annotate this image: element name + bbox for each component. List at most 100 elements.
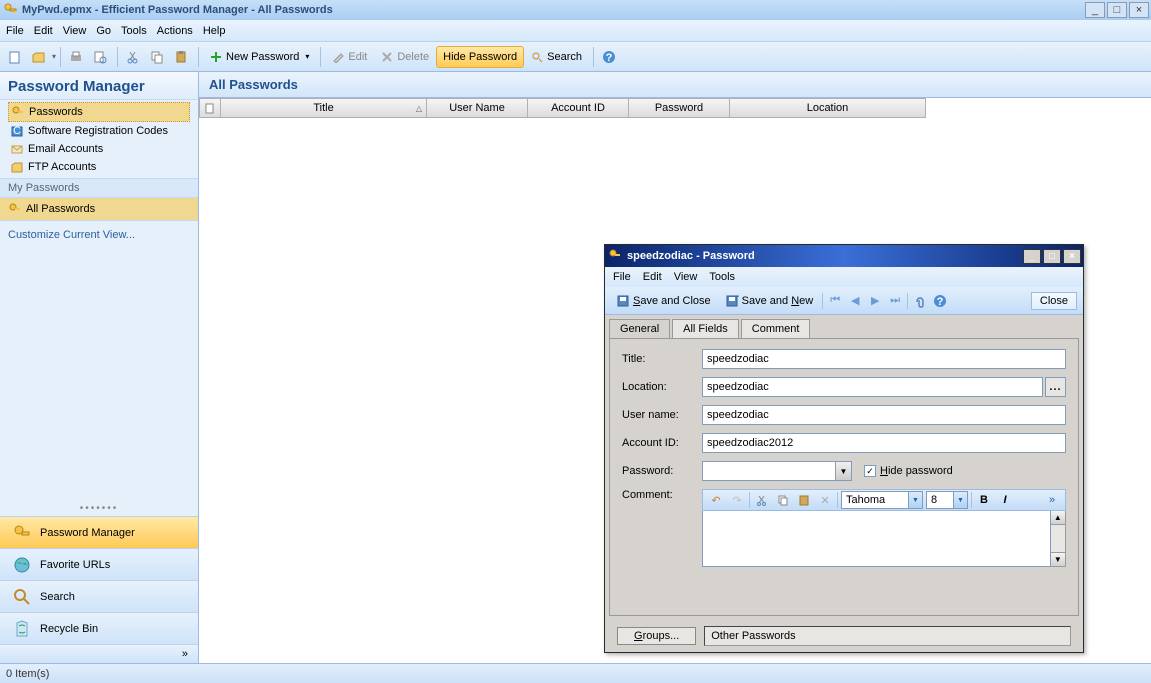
all-passwords-row[interactable]: All Passwords — [0, 198, 198, 220]
col-title[interactable]: Title△ — [221, 98, 427, 118]
groups-button[interactable]: Groups... — [617, 627, 696, 645]
col-username[interactable]: User Name — [427, 98, 528, 118]
delete-rt-button[interactable]: ✕ — [816, 491, 834, 509]
tree-item-software[interactable]: C Software Registration Codes — [8, 122, 190, 140]
dialog-close-toolbar-button[interactable]: Close — [1031, 292, 1077, 310]
menu-actions[interactable]: Actions — [157, 25, 193, 37]
edit-button[interactable]: Edit — [325, 46, 374, 68]
tree-item-email[interactable]: Email Accounts — [8, 140, 190, 158]
recycle-icon — [12, 619, 32, 639]
print-button[interactable] — [65, 46, 87, 68]
font-name-combo[interactable]: Tahoma ▼ — [841, 491, 923, 509]
password-dropdown-button[interactable]: ▼ — [835, 462, 851, 480]
help-button[interactable]: ? — [598, 46, 620, 68]
menu-help[interactable]: Help — [203, 25, 226, 37]
nav-search[interactable]: Search — [0, 580, 198, 612]
nav-label-pm: Password Manager — [40, 527, 135, 539]
dlg-menu-view[interactable]: View — [674, 271, 698, 283]
hide-password-button[interactable]: Hide Password — [436, 46, 524, 68]
first-record-button[interactable]: ⏮ — [827, 293, 843, 309]
cut-button[interactable] — [122, 46, 144, 68]
dialog-minimize-button[interactable]: _ — [1023, 249, 1041, 264]
account-input[interactable] — [702, 433, 1066, 453]
prev-record-button[interactable]: ◀ — [847, 293, 863, 309]
minimize-button[interactable]: _ — [1085, 2, 1105, 18]
print-preview-button[interactable] — [89, 46, 111, 68]
password-combobox[interactable]: ▼ — [702, 461, 852, 481]
copy-button[interactable] — [146, 46, 168, 68]
tree-item-passwords[interactable]: Passwords — [8, 102, 190, 122]
open-file-button[interactable] — [28, 46, 50, 68]
location-browse-button[interactable]: ... — [1045, 377, 1066, 397]
username-input[interactable] — [702, 405, 1066, 425]
tree-label-ftp: FTP Accounts — [28, 161, 96, 173]
col-icon[interactable] — [199, 98, 221, 118]
paste-rt-button[interactable] — [795, 491, 813, 509]
statusbar: 0 Item(s) — [0, 663, 1151, 683]
svg-text:?: ? — [606, 52, 613, 64]
key-large-icon — [12, 523, 32, 543]
attachment-button[interactable] — [912, 293, 928, 309]
italic-button[interactable]: I — [996, 491, 1014, 509]
next-record-button[interactable]: ▶ — [867, 293, 883, 309]
last-record-button[interactable]: ⏭ — [887, 293, 903, 309]
group-path-display: Other Passwords — [704, 626, 1071, 646]
bold-button[interactable]: B — [975, 491, 993, 509]
save-and-new-button[interactable]: + Save and New — [720, 291, 819, 311]
dlg-menu-edit[interactable]: Edit — [643, 271, 662, 283]
edit-label: Edit — [348, 51, 367, 63]
close-button[interactable]: × — [1129, 2, 1149, 18]
tab-general[interactable]: General — [609, 319, 670, 338]
collapse-grip[interactable]: ••••••• — [0, 501, 198, 516]
password-label: Password: — [622, 465, 702, 477]
dialog-close-button[interactable]: × — [1063, 249, 1081, 264]
nav-favorite-urls[interactable]: Favorite URLs — [0, 548, 198, 580]
dialog-title-text: speedzodiac - Password — [627, 250, 755, 262]
hide-password-checkbox[interactable]: ✓ — [864, 465, 876, 477]
paste-button[interactable] — [170, 46, 192, 68]
tab-comment[interactable]: Comment — [741, 319, 811, 338]
menu-file[interactable]: File — [6, 25, 24, 37]
table-header: Title△ User Name Account ID Password Loc… — [199, 98, 1151, 118]
rt-more-button[interactable]: » — [1043, 491, 1061, 509]
dlg-menu-file[interactable]: File — [613, 271, 631, 283]
delete-button[interactable]: Delete — [374, 46, 436, 68]
cut-rt-button[interactable] — [753, 491, 771, 509]
new-password-button[interactable]: New Password ▾ — [203, 46, 316, 68]
svg-text:+: + — [737, 294, 739, 303]
menu-view[interactable]: View — [63, 25, 87, 37]
menu-go[interactable]: Go — [96, 25, 111, 37]
maximize-button[interactable]: □ — [1107, 2, 1127, 18]
dialog-maximize-button[interactable]: □ — [1043, 249, 1061, 264]
dlg-menu-tools[interactable]: Tools — [709, 271, 735, 283]
title-input[interactable] — [702, 349, 1066, 369]
key-icon — [8, 202, 22, 216]
menu-edit[interactable]: Edit — [34, 25, 53, 37]
dialog-titlebar[interactable]: speedzodiac - Password _ □ × — [605, 245, 1083, 267]
customize-view-link[interactable]: Customize Current View... — [0, 221, 198, 249]
menu-tools[interactable]: Tools — [121, 25, 147, 37]
new-file-button[interactable] — [4, 46, 26, 68]
nav-password-manager[interactable]: Password Manager — [0, 516, 198, 548]
undo-button[interactable]: ↶ — [707, 491, 725, 509]
location-input[interactable] — [702, 377, 1043, 397]
tab-all-fields[interactable]: All Fields — [672, 319, 739, 338]
col-location[interactable]: Location — [730, 98, 926, 118]
search-label: Search — [547, 51, 582, 63]
nav-recycle-bin[interactable]: Recycle Bin — [0, 612, 198, 644]
save-and-close-button[interactable]: Save and Close — [611, 291, 716, 311]
copy-rt-button[interactable] — [774, 491, 792, 509]
dialog-help-button[interactable]: ? — [932, 293, 948, 309]
col-accountid[interactable]: Account ID — [528, 98, 629, 118]
font-size-value: 8 — [931, 494, 937, 506]
comment-textarea[interactable] — [702, 511, 1051, 567]
main-titlebar: MyPwd.epmx - Efficient Password Manager … — [0, 0, 1151, 20]
font-size-combo[interactable]: 8 ▼ — [926, 491, 968, 509]
comment-scrollbar[interactable]: ▲▼ — [1051, 511, 1066, 567]
nav-more-button[interactable]: » — [0, 644, 198, 663]
svg-text:C: C — [13, 125, 21, 137]
search-button[interactable]: Search — [524, 46, 589, 68]
redo-button[interactable]: ↷ — [728, 491, 746, 509]
col-password[interactable]: Password — [629, 98, 730, 118]
tree-item-ftp[interactable]: FTP Accounts — [8, 158, 190, 176]
